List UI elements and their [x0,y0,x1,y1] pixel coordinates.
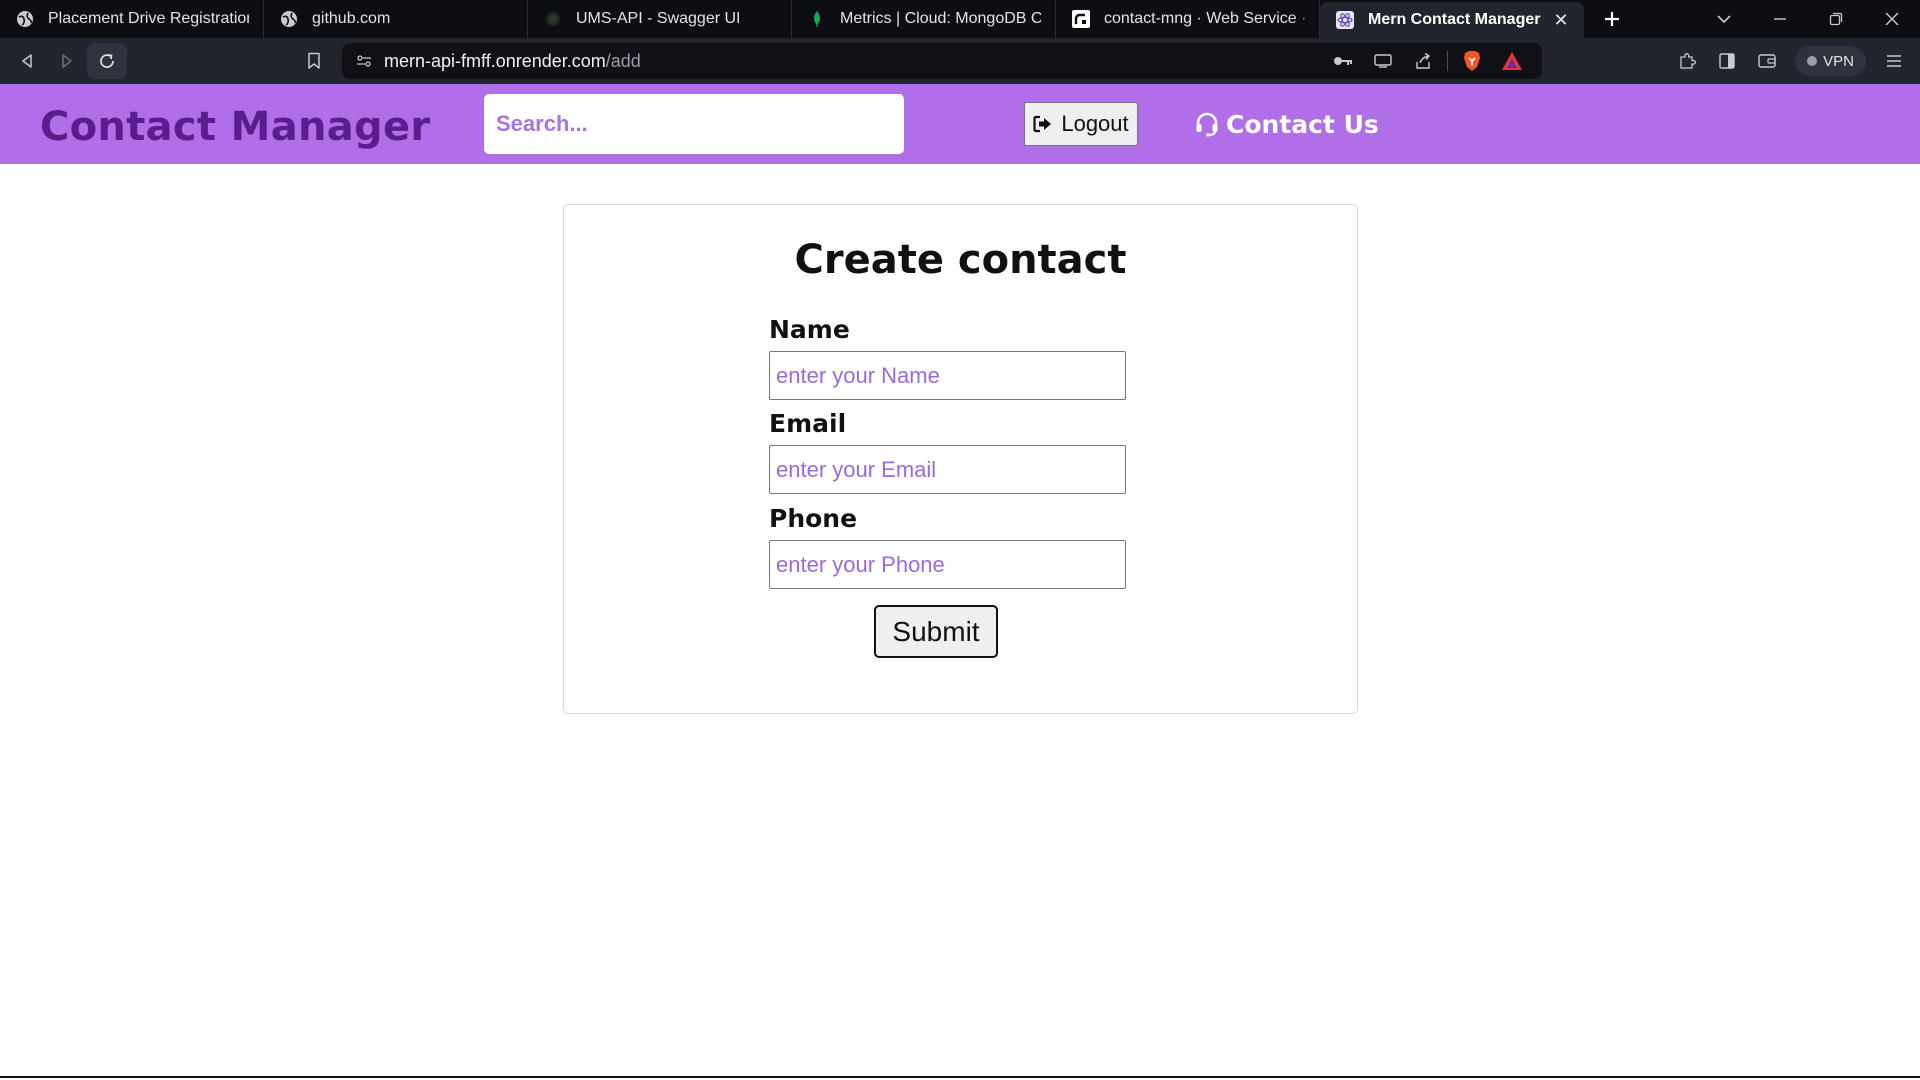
page-viewport: Contact Manager Logout Contact Us Create… [0,84,1920,1078]
close-icon [1885,12,1899,26]
tab-mern-contact-manager[interactable]: Mern Contact Manager ✕ [1320,2,1584,38]
tab-list-button[interactable] [1696,0,1752,38]
page-bottom-border [0,1076,1920,1078]
app-navbar: Contact Manager Logout Contact Us [0,84,1920,164]
new-tab-button[interactable] [1584,0,1640,38]
render-icon [1072,10,1090,28]
menu-button[interactable] [1874,43,1914,79]
wallet-button[interactable] [1747,43,1787,79]
tab-render[interactable]: contact-mng · Web Service · Re [1056,0,1320,38]
tab-title: github.com [312,10,391,27]
plus-icon [1605,12,1619,26]
tab-github[interactable]: github.com [264,0,528,38]
swagger-icon [544,10,562,28]
tab-title: Placement Drive Registration [48,10,249,27]
bookmark-icon [308,52,320,69]
address-bar[interactable]: mern-api-fmff.onrender.com/add [342,43,1542,79]
forward-arrow-icon [62,54,72,68]
globe-icon [16,10,34,28]
vpn-status-dot [1807,56,1818,66]
wallet-icon [1758,54,1776,68]
tab-title: Metrics | Cloud: MongoDB Cloud [840,10,1041,27]
name-field[interactable] [769,351,1126,400]
tab-title: contact-mng · Web Service · Re [1104,10,1305,27]
form-title: Create contact [794,237,1127,283]
submit-button[interactable]: Submit [874,605,998,658]
reload-button[interactable] [87,43,127,79]
browser-window: Placement Drive Registration github.com … [0,0,1920,1080]
vpn-button[interactable]: VPN [1795,46,1866,76]
hamburger-icon [1887,55,1901,67]
forward-button[interactable] [47,43,87,79]
brand-title[interactable]: Contact Manager [40,104,430,150]
minimize-icon [1774,18,1786,20]
name-label: Name [769,315,850,344]
cast-icon[interactable] [1363,43,1403,79]
browser-toolbar: mern-api-fmff.onrender.com/add VPN [0,38,1920,84]
url-text[interactable]: mern-api-fmff.onrender.com/add [384,51,641,72]
brave-shields-icon[interactable] [1452,43,1492,79]
contact-us-link[interactable]: Contact Us [1194,106,1379,142]
email-label: Email [769,409,847,438]
share-icon[interactable] [1403,43,1443,79]
reload-icon [100,54,114,68]
headset-icon [1194,111,1220,137]
tab-mongodb[interactable]: Metrics | Cloud: MongoDB Cloud [792,0,1056,38]
globe-icon [280,10,298,28]
phone-field[interactable] [769,540,1126,589]
mongodb-leaf-icon [808,10,826,28]
back-button[interactable] [7,43,47,79]
create-contact-card: Create contact Name Email Phone Submit [563,204,1358,714]
logout-icon [1033,115,1053,133]
key-icon[interactable] [1323,43,1363,79]
close-tab-icon[interactable]: ✕ [1552,10,1570,30]
puzzle-icon [1680,53,1697,69]
tab-strip: Placement Drive Registration github.com … [0,0,1920,38]
site-settings-icon[interactable] [356,53,372,69]
close-window-button[interactable] [1864,0,1920,38]
sidebar-icon [1719,53,1735,69]
tab-title: Mern Contact Manager [1368,11,1541,28]
brave-rewards-icon[interactable] [1492,43,1532,79]
restore-button[interactable] [1808,0,1864,38]
logout-button[interactable]: Logout [1024,102,1138,146]
minimize-button[interactable] [1752,0,1808,38]
email-field[interactable] [769,445,1126,494]
tab-placement-drive[interactable]: Placement Drive Registration [0,0,264,38]
phone-label: Phone [769,504,858,533]
chevron-down-icon [1717,15,1731,24]
restore-icon [1829,12,1843,26]
bookmark-button[interactable] [294,43,334,79]
back-arrow-icon [22,54,32,68]
react-icon [1336,11,1354,29]
search-input[interactable] [484,94,904,154]
tab-swagger[interactable]: UMS-API - Swagger UI [528,0,792,38]
extensions-button[interactable] [1667,43,1707,79]
tab-title: UMS-API - Swagger UI [576,10,741,27]
sidebar-button[interactable] [1707,43,1747,79]
